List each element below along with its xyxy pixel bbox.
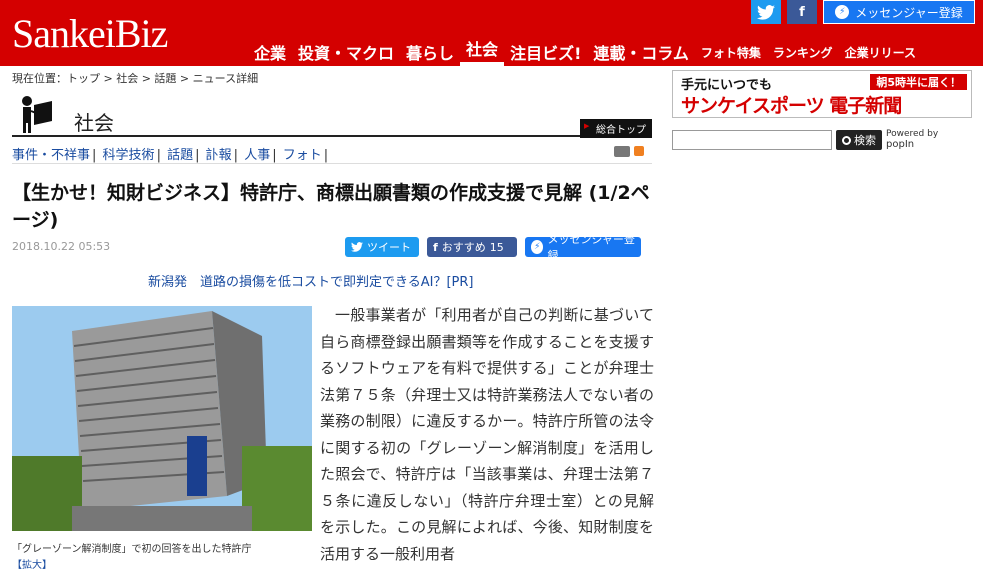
section-subnav: 事件・不祥事 | 科学技術 | 話題 | 訃報 | 人事 | フォト |	[12, 148, 329, 163]
nav-item-featured[interactable]: 注目ビズ!	[504, 38, 587, 66]
facebook-recommend-button[interactable]: f おすすめ 15	[427, 237, 517, 257]
messenger-icon: ⚡	[835, 5, 850, 19]
site-header: SankeiBiz f ⚡ メッセンジャー登録 企業 投資・マクロ 暮らし 社会…	[0, 0, 983, 66]
tools	[614, 146, 644, 157]
tweet-button[interactable]: ツイート	[345, 237, 419, 257]
subnav-item-photo[interactable]: フォト	[283, 148, 322, 163]
main-nav: 企業 投資・マクロ 暮らし 社会 注目ビズ! 連載・コラム フォト特集 ランキン…	[248, 30, 922, 66]
divider	[12, 163, 652, 164]
twitter-icon[interactable]	[751, 0, 781, 24]
ad-title: サンケイスポーツ 電子新聞	[681, 95, 902, 117]
nav-item-investment[interactable]: 投資・マクロ	[292, 38, 400, 66]
ad-badge: 朝5時半に届く！	[870, 74, 967, 90]
breadcrumb[interactable]: 現在位置：トップ > 社会 > 話題 > ニュース詳細	[12, 70, 258, 86]
site-logo[interactable]: SankeiBiz	[12, 10, 168, 57]
nav-item-column[interactable]: 連載・コラム	[587, 38, 695, 66]
subnav-item-incidents[interactable]: 事件・不祥事	[12, 148, 90, 163]
nav-item-life[interactable]: 暮らし	[400, 38, 460, 66]
search-input[interactable]	[672, 130, 832, 150]
facebook-icon[interactable]: f	[787, 0, 817, 24]
messenger-register-button[interactable]: ⚡ メッセンジャー登録	[823, 0, 975, 24]
article-title: 【生かせ！知財ビジネス】特許庁、商標出願書類の作成支援で見解 (1/2ページ)	[12, 182, 650, 231]
nav-item-releases[interactable]: 企業リリース	[839, 38, 922, 66]
general-top-button[interactable]: 総合トップ	[580, 119, 652, 138]
subnav-item-topics[interactable]: 話題	[167, 148, 193, 163]
section-title: 社会	[74, 111, 114, 135]
enlarge-link[interactable]: 【拡大】	[12, 556, 52, 571]
photo-caption: 「グレーゾーン解消制度」で初の回答を出した特許庁	[12, 544, 252, 555]
share-buttons: ツイート f おすすめ 15 ⚡ メッセンジャー登録	[345, 233, 641, 262]
social-links: f ⚡ メッセンジャー登録	[751, 0, 975, 24]
search-icon	[842, 135, 851, 145]
nav-item-ranking[interactable]: ランキング	[767, 38, 839, 66]
facebook-icon: f	[433, 240, 438, 254]
building-photo-icon	[12, 306, 312, 531]
article-photo[interactable]	[12, 306, 312, 531]
nav-item-photo[interactable]: フォト特集	[695, 38, 767, 66]
article-date: 2018.10.22 05:53	[12, 240, 111, 253]
section-header: 社会 総合トップ	[12, 93, 652, 138]
search-button[interactable]: 検索	[836, 130, 882, 150]
twitter-icon	[351, 242, 363, 252]
subnav-item-obituaries[interactable]: 訃報	[206, 148, 232, 163]
subnav-item-science[interactable]: 科学技術	[103, 148, 155, 163]
powered-by-popin: Powered by popIn	[886, 129, 939, 151]
article-body: 一般事業者が「利用者が自己の判断に基づいて自ら商標登録出願書類等を作成することを…	[320, 306, 654, 563]
nav-item-society[interactable]: 社会	[460, 34, 505, 66]
recommend-count: 15	[489, 240, 504, 254]
subnav-item-personnel[interactable]: 人事	[244, 148, 270, 163]
newspaper-reader-icon	[22, 96, 52, 133]
print-icon[interactable]	[614, 146, 630, 157]
rss-icon[interactable]	[634, 146, 644, 156]
messenger-register-share-button[interactable]: ⚡ メッセンジャー登録	[525, 233, 641, 262]
messenger-icon: ⚡	[531, 240, 544, 254]
site-search: 検索 Powered by popIn	[672, 130, 938, 150]
nav-item-business[interactable]: 企業	[248, 38, 292, 66]
pr-link[interactable]: 新潟発 道路の損傷を低コストで即判定できるAI？[PR]	[148, 271, 473, 290]
sankei-sports-ad[interactable]: 手元にいつでも 朝5時半に届く！ サンケイスポーツ 電子新聞	[672, 70, 972, 118]
